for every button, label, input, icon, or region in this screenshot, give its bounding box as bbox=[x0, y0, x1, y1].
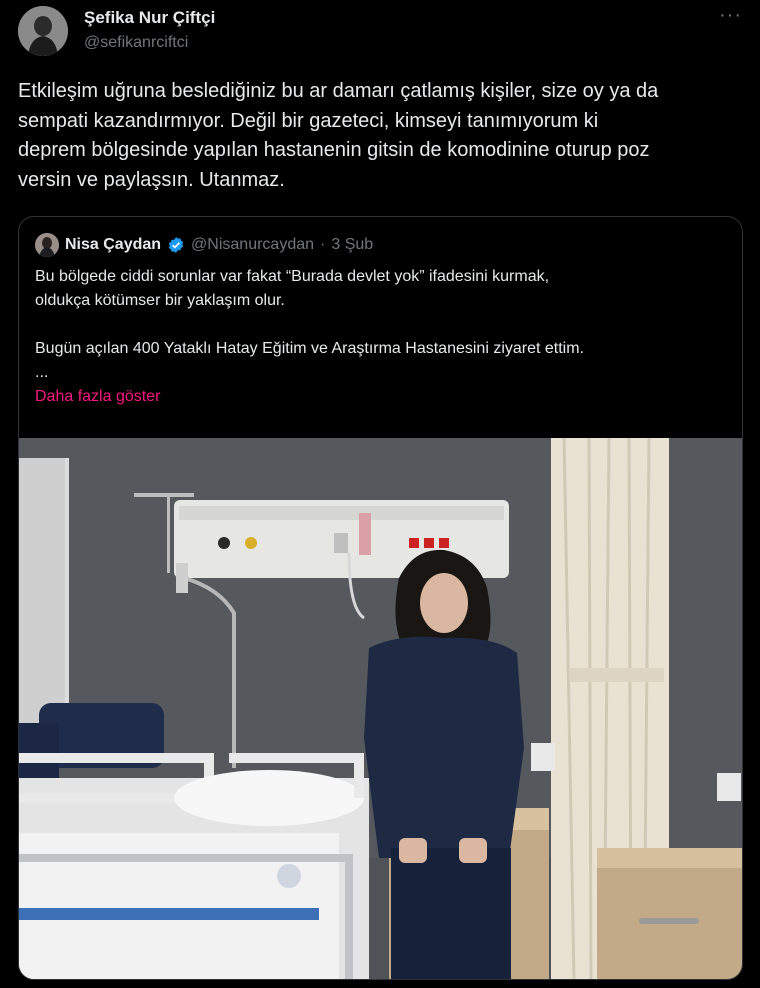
quoted-text-line: Bugün açılan 400 Yataklı Hatay Eğitim ve… bbox=[35, 340, 584, 357]
quoted-text-line: oldukça kötümser bir yaklaşım olur. bbox=[35, 292, 285, 309]
quoted-tweet[interactable]: Nisa Çaydan @Nisanurcaydan · 3 Şub Bu bö… bbox=[18, 216, 743, 980]
tweet-text-line: versin ve paylaşsın. Utanmaz. bbox=[18, 168, 285, 191]
tweet-text-line: deprem bölgesinde yapılan hastanenin git… bbox=[18, 139, 650, 161]
quoted-text-ellipsis: ... bbox=[35, 364, 49, 381]
author-name[interactable]: Şefika Nur Çiftçi bbox=[84, 8, 215, 28]
quoted-avatar-photo bbox=[35, 233, 59, 257]
quoted-author-handle[interactable]: @Nisanurcaydan bbox=[191, 236, 314, 254]
quoted-tweet-text: Bu bölgede ciddi sorunlar var fakat “Bur… bbox=[35, 265, 725, 409]
quoted-author-name[interactable]: Nisa Çaydan bbox=[65, 236, 161, 254]
quoted-author-avatar[interactable] bbox=[35, 233, 59, 257]
quoted-tweet-date[interactable]: 3 Şub bbox=[331, 236, 373, 254]
tweet-text-line: sempati kazandırmıyor. Değil bir gazetec… bbox=[18, 109, 599, 132]
more-icon[interactable]: ··· bbox=[719, 4, 742, 27]
dot-separator: · bbox=[320, 236, 326, 253]
quoted-tweet-photo[interactable] bbox=[19, 438, 742, 979]
hospital-room-photo bbox=[19, 438, 742, 979]
tweet-text: Etkileşim uğruna beslediğiniz bu ar dama… bbox=[18, 77, 748, 195]
tweet-text-line: Etkileşim uğruna beslediğiniz bu ar dama… bbox=[18, 80, 659, 102]
quoted-text-line: Bu bölgede ciddi sorunlar var fakat “Bur… bbox=[35, 268, 550, 285]
author-handle[interactable]: @sefikanrciftci bbox=[84, 34, 188, 52]
paragraph-spacer bbox=[35, 313, 725, 337]
author-avatar[interactable] bbox=[18, 6, 68, 56]
show-more-link[interactable]: Daha fazla göster bbox=[35, 385, 725, 409]
avatar-photo bbox=[18, 6, 68, 56]
quoted-tweet-header: Nisa Çaydan @Nisanurcaydan · 3 Şub bbox=[35, 233, 373, 257]
verified-badge-icon bbox=[168, 237, 184, 253]
